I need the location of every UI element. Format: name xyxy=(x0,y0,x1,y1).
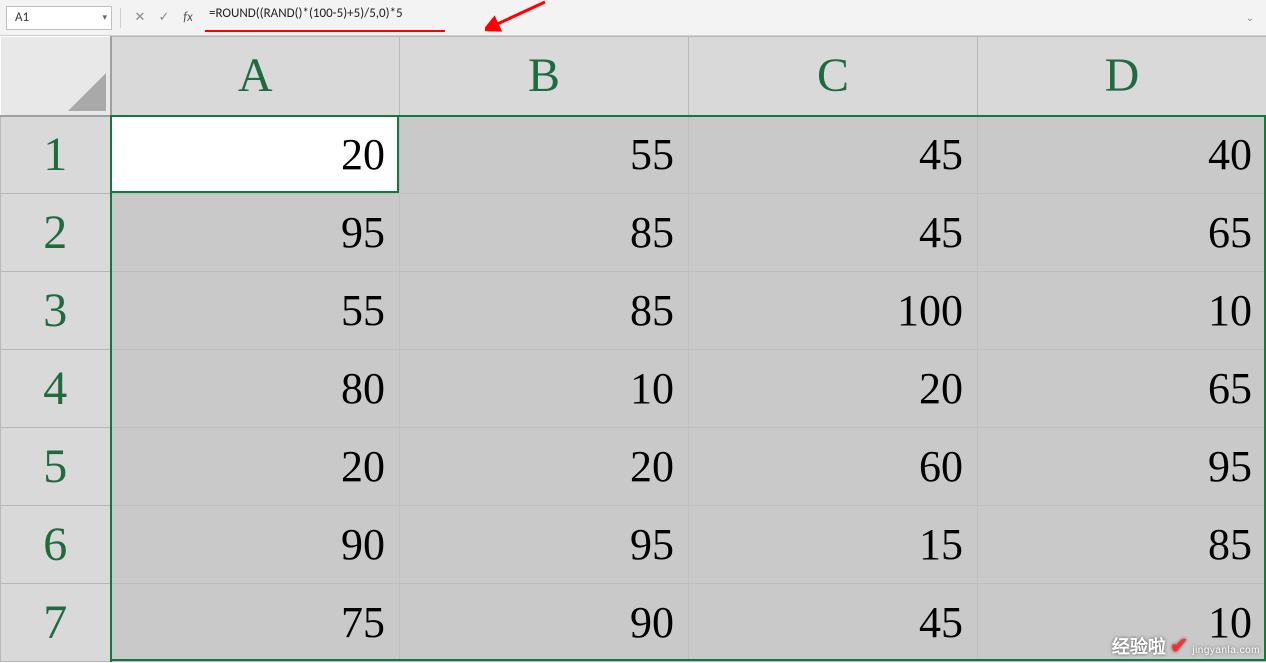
cell-B2[interactable]: 85 xyxy=(400,194,689,272)
cell-A4[interactable]: 80 xyxy=(111,350,400,428)
column-header-D[interactable]: D xyxy=(978,37,1266,116)
cell-D3[interactable]: 10 xyxy=(978,272,1266,350)
cell-B1[interactable]: 55 xyxy=(400,116,689,194)
cell-C1[interactable]: 45 xyxy=(689,116,978,194)
row-header-4[interactable]: 4 xyxy=(1,350,111,428)
cell-B7[interactable]: 90 xyxy=(400,584,689,662)
row-header-3[interactable]: 3 xyxy=(1,272,111,350)
row-header-2[interactable]: 2 xyxy=(1,194,111,272)
row-header-1[interactable]: 1 xyxy=(1,116,111,194)
cell-D4[interactable]: 65 xyxy=(978,350,1266,428)
spreadsheet-grid: A B C D 12055454029585456535585100104801… xyxy=(0,36,1266,663)
cell-C4[interactable]: 20 xyxy=(689,350,978,428)
name-box[interactable]: A1 ▾ xyxy=(6,6,112,30)
formula-input-wrap: =ROUND((RAND()*(100-5)+5)/5,0)*5 xyxy=(205,6,445,30)
select-all-corner[interactable] xyxy=(1,37,111,116)
cell-C2[interactable]: 45 xyxy=(689,194,978,272)
cell-A1[interactable]: 20 xyxy=(111,116,400,194)
cell-C3[interactable]: 100 xyxy=(689,272,978,350)
grid-table: A B C D 12055454029585456535585100104801… xyxy=(0,36,1266,662)
formula-buttons: ✕ ✓ fx xyxy=(129,10,199,25)
cell-A5[interactable]: 20 xyxy=(111,428,400,506)
column-header-A[interactable]: A xyxy=(111,37,400,116)
cell-B3[interactable]: 85 xyxy=(400,272,689,350)
row-header-6[interactable]: 6 xyxy=(1,506,111,584)
cell-A2[interactable]: 95 xyxy=(111,194,400,272)
cell-C7[interactable]: 45 xyxy=(689,584,978,662)
formula-underline xyxy=(205,30,445,32)
cell-D6[interactable]: 85 xyxy=(978,506,1266,584)
annotation-arrow-icon xyxy=(485,0,555,40)
cell-D2[interactable]: 65 xyxy=(978,194,1266,272)
cell-B5[interactable]: 20 xyxy=(400,428,689,506)
row-header-5[interactable]: 5 xyxy=(1,428,111,506)
row-header-7[interactable]: 7 xyxy=(1,584,111,662)
cancel-icon[interactable]: ✕ xyxy=(133,10,147,25)
column-header-C[interactable]: C xyxy=(689,37,978,116)
cell-D1[interactable]: 40 xyxy=(978,116,1266,194)
fx-icon[interactable]: fx xyxy=(181,10,195,25)
name-box-dropdown-icon[interactable]: ▾ xyxy=(102,12,107,23)
cell-A6[interactable]: 90 xyxy=(111,506,400,584)
cell-B4[interactable]: 10 xyxy=(400,350,689,428)
cell-C6[interactable]: 15 xyxy=(689,506,978,584)
cell-A3[interactable]: 55 xyxy=(111,272,400,350)
expand-formula-bar-icon[interactable]: ⌄ xyxy=(1240,8,1260,28)
cell-C5[interactable]: 60 xyxy=(689,428,978,506)
cell-reference: A1 xyxy=(15,10,29,25)
separator xyxy=(120,8,121,28)
cell-D5[interactable]: 95 xyxy=(978,428,1266,506)
cell-B6[interactable]: 95 xyxy=(400,506,689,584)
formula-input[interactable]: =ROUND((RAND()*(100-5)+5)/5,0)*5 xyxy=(205,6,445,30)
column-header-B[interactable]: B xyxy=(400,37,689,116)
cell-D7[interactable]: 10 xyxy=(978,584,1266,662)
enter-icon[interactable]: ✓ xyxy=(157,10,171,25)
cell-A7[interactable]: 75 xyxy=(111,584,400,662)
formula-bar: A1 ▾ ✕ ✓ fx =ROUND((RAND()*(100-5)+5)/5,… xyxy=(0,0,1266,36)
